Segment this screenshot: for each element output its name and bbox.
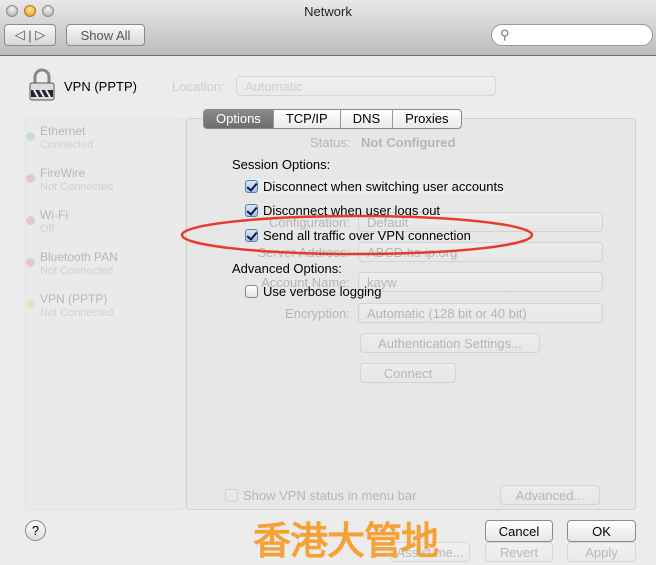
tab-dns[interactable]: DNS — [339, 110, 392, 128]
status-value: Not Configured — [361, 135, 456, 150]
service-name: VPN (PPTP) — [64, 79, 137, 94]
advanced-options-heading: Advanced Options: — [232, 261, 342, 276]
option-label: Use verbose logging — [263, 284, 382, 299]
apply-button[interactable]: Apply — [567, 542, 636, 562]
status-dot — [26, 258, 35, 267]
tab-bar: Options TCP/IP DNS Proxies — [203, 109, 462, 129]
account-name-field[interactable]: kayw — [358, 272, 603, 292]
service-status: Connected — [40, 139, 94, 151]
service-name: VPN (PPTP) — [40, 292, 108, 306]
checkbox[interactable] — [245, 180, 258, 193]
show-vpn-status-label: Show VPN status in menu bar — [243, 488, 417, 503]
location-label: Location: — [172, 79, 225, 94]
service-name: Ethernet — [40, 124, 86, 138]
lock-icon — [29, 68, 55, 101]
status-dot — [26, 174, 35, 183]
encryption-label: Encryption: — [284, 306, 350, 321]
disconnect-switching-option[interactable]: Disconnect when switching user accounts — [245, 179, 504, 194]
ok-button[interactable]: OK — [567, 520, 636, 542]
back-icon[interactable]: ◁ — [15, 27, 25, 43]
service-name: Wi-Fi — [40, 208, 68, 222]
help-button[interactable]: ? — [25, 520, 46, 541]
watermark: 香港大管地 — [253, 519, 439, 563]
service-status: Not Connected — [40, 307, 114, 319]
checkbox[interactable] — [245, 285, 258, 298]
cancel-button[interactable]: Cancel — [485, 520, 553, 542]
show-all-button[interactable]: Show All — [66, 24, 145, 46]
search-input[interactable]: ⚲ — [491, 24, 653, 46]
sidebar-item[interactable]: Wi-Fi Off — [40, 208, 68, 236]
authentication-settings-button[interactable]: Authentication Settings... — [360, 333, 540, 353]
window-title: Network — [304, 4, 352, 19]
status-label: Status: — [310, 135, 351, 150]
service-status: Off — [40, 223, 55, 235]
sidebar-item[interactable]: FireWire Not Connected — [40, 166, 113, 194]
revert-button[interactable]: Revert — [485, 542, 553, 562]
service-status: Not Connected — [40, 265, 114, 277]
tab-proxies[interactable]: Proxies — [392, 110, 460, 128]
sidebar-item[interactable]: Ethernet Connected — [40, 124, 93, 152]
verbose-logging-option[interactable]: Use verbose logging — [245, 284, 382, 299]
service-name: FireWire — [40, 166, 86, 180]
encryption-popup[interactable]: Automatic (128 bit or 40 bit) — [358, 303, 603, 323]
session-options-heading: Session Options: — [232, 157, 331, 172]
sidebar-item[interactable]: Bluetooth PAN Not Connected — [40, 250, 118, 278]
magnifier-icon: ⚲ — [500, 27, 510, 42]
forward-icon[interactable]: ▷ — [35, 27, 45, 43]
service-name: Bluetooth PAN — [40, 250, 118, 264]
tab-tcpip[interactable]: TCP/IP — [272, 110, 340, 128]
advanced-button[interactable]: Advanced... — [500, 485, 600, 505]
location-popup[interactable]: Automatic — [236, 76, 496, 96]
highlight-ellipse — [180, 214, 534, 256]
show-vpn-status-checkbox[interactable] — [225, 489, 238, 502]
status-dot — [26, 132, 35, 141]
option-label: Disconnect when switching user accounts — [263, 179, 504, 194]
tab-options[interactable]: Options — [204, 110, 273, 128]
back-forward-buttons[interactable]: ◁ | ▷ — [4, 24, 56, 46]
sidebar-item[interactable]: VPN (PPTP) Not Connected — [40, 292, 113, 320]
service-status: Not Connected — [40, 181, 114, 193]
status-dot — [26, 216, 35, 225]
connect-button[interactable]: Connect — [360, 363, 456, 383]
status-dot — [26, 300, 35, 309]
